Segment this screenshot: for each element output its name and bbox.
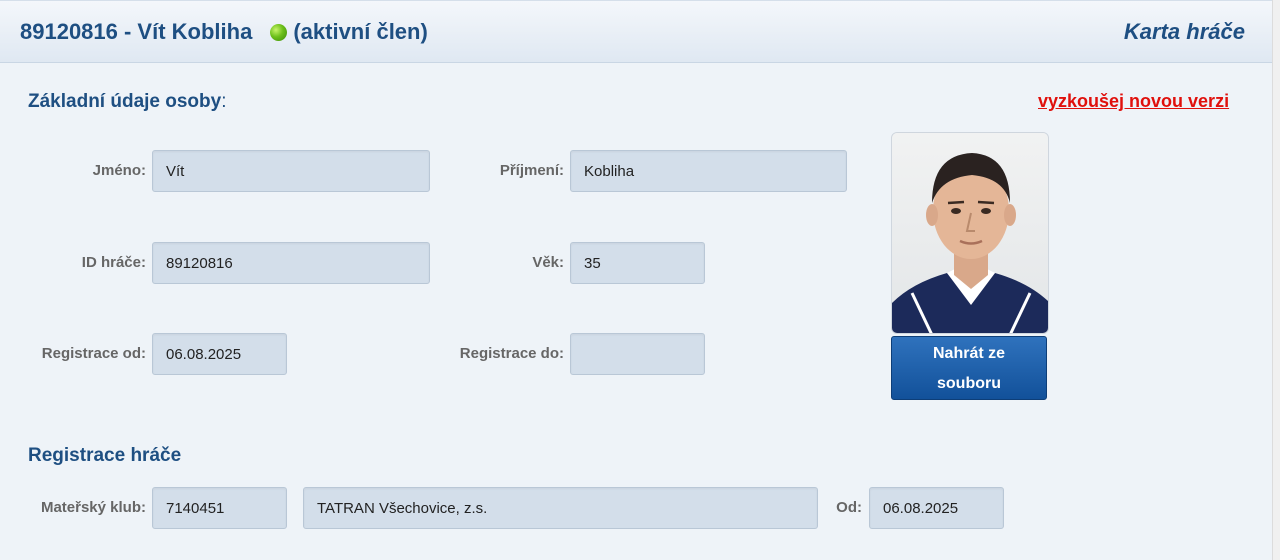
registration-to-label: Registrace do: [459,345,564,362]
heading-colon: : [221,91,227,112]
home-club-label: Mateřský klub: [40,499,146,516]
age-label: Věk: [532,254,564,271]
club-from-field[interactable]: 06.08.2025 [869,487,1004,529]
player-title: 89120816 - Vít Kobliha [20,19,253,44]
upload-button-line1: Nahrát ze [932,345,1006,362]
last-name-field[interactable]: Kobliha [570,150,847,192]
status-text: (aktivní člen) [293,19,428,44]
title-bar: 89120816 - Vít Kobliha (aktivní člen) Kar… [0,0,1272,63]
basic-info-heading: Základní údaje osoby: [28,91,227,113]
card-title: Karta hráče [1123,19,1245,44]
player-id-field[interactable]: 89120816 [152,242,430,284]
upload-button-line2: souboru [937,375,1001,392]
player-photo [891,132,1049,334]
club-id-field[interactable]: 7140451 [152,487,287,529]
club-name-field[interactable]: TATRAN Všechovice, z.s. [303,487,818,529]
new-version-link[interactable]: vyzkoušej novou verzi [1038,91,1229,112]
first-name-label: Jméno: [92,162,146,179]
active-status-icon [270,24,288,41]
scrollbar[interactable] [1272,0,1280,560]
player-id-label: ID hráče: [81,254,146,271]
upload-from-file-button[interactable]: Nahrát ze souboru [891,336,1047,400]
registration-heading: Registrace hráče [28,445,182,466]
basic-info-heading-text: Základní údaje osoby [28,91,222,112]
registration-to-field[interactable] [570,333,705,375]
registration-from-field[interactable]: 06.08.2025 [152,333,287,375]
registration-from-label: Registrace od: [41,345,146,362]
club-from-label: Od: [836,499,862,516]
player-photo-icon [892,133,1048,333]
last-name-label: Příjmení: [499,162,564,179]
page-title: 89120816 - Vít Kobliha (aktivní člen) [20,19,428,45]
first-name-field[interactable]: Vít [152,150,430,192]
age-field[interactable]: 35 [570,242,705,284]
